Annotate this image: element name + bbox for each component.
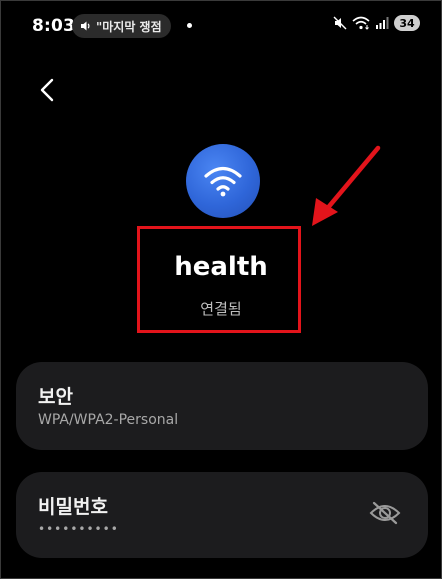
back-button[interactable] — [34, 76, 60, 104]
security-label: 보안 — [38, 386, 73, 408]
notification-dot — [187, 23, 192, 28]
eye-off-icon — [369, 501, 401, 525]
mute-icon — [333, 16, 347, 30]
media-title: "마지막 쟁점 — [96, 19, 162, 34]
wifi-icon — [204, 166, 242, 197]
annotation-highlight-box — [137, 226, 301, 333]
security-card[interactable]: 보안 WPA/WPA2-Personal — [16, 362, 428, 450]
speaker-icon — [81, 21, 90, 31]
status-time: 8:03 — [32, 16, 76, 36]
wifi-status-icon — [352, 16, 370, 30]
wifi-network-icon — [186, 144, 260, 218]
password-value: •••••••••• — [38, 522, 119, 536]
media-notification-pill[interactable]: "마지막 쟁점 — [72, 14, 171, 38]
signal-icon — [376, 17, 389, 29]
security-value: WPA/WPA2-Personal — [38, 412, 179, 428]
password-card[interactable]: 비밀번호 •••••••••• — [16, 472, 428, 558]
chevron-left-icon — [40, 78, 54, 102]
annotation-arrow — [312, 145, 381, 226]
status-icons: 34 — [333, 15, 420, 31]
battery-indicator: 34 — [394, 15, 420, 31]
password-label: 비밀번호 — [38, 496, 108, 518]
status-bar: 8:03 "마지막 쟁점 34 — [0, 0, 442, 52]
password-visibility-toggle[interactable] — [368, 498, 402, 528]
